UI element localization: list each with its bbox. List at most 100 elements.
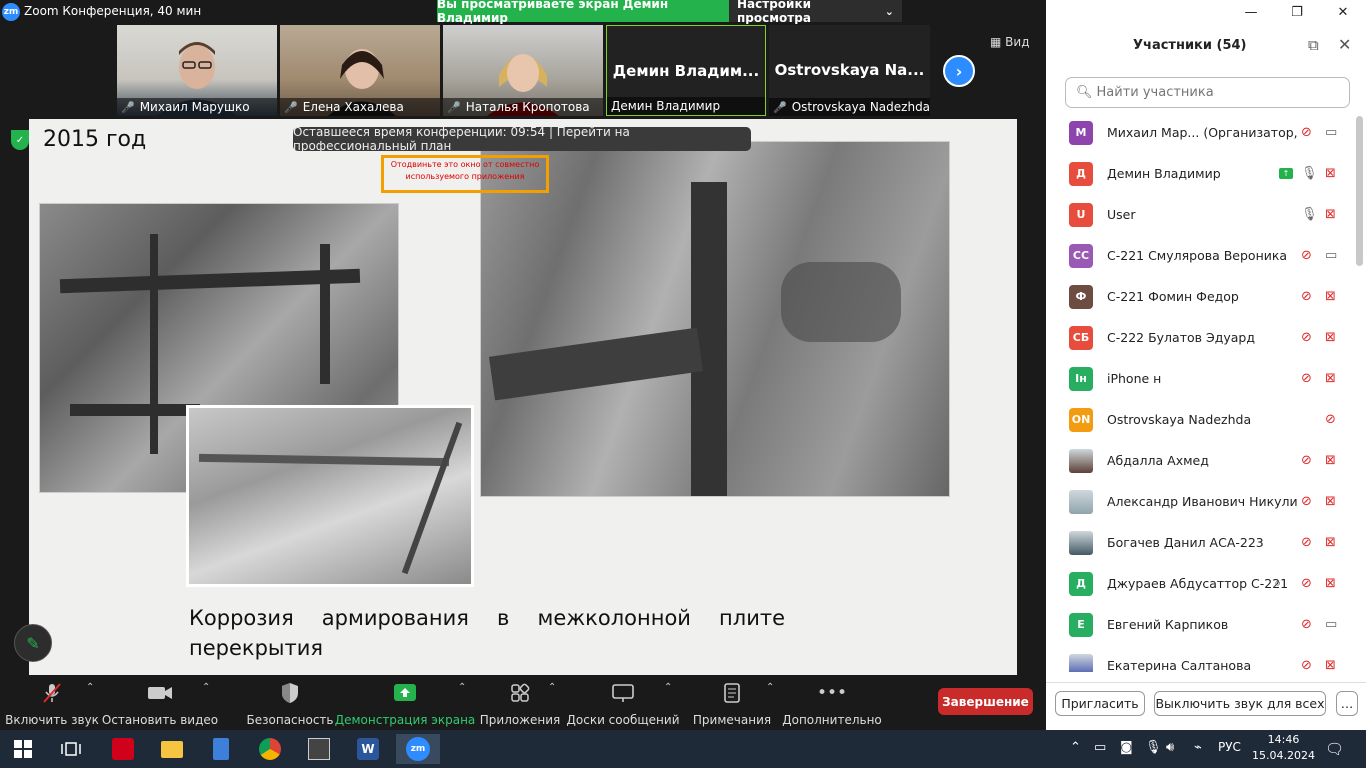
minimize-icon[interactable]: — [1228,0,1274,24]
video-off-icon[interactable]: ⊠ [1325,658,1336,672]
shared-screen-slide: 2015 год Коррозия армирования в межколон… [29,119,1017,675]
participant-row[interactable]: Д Джураев Абдусаттор С-221 ⌕ ⊘ ⊠ [1046,563,1358,604]
participant-search[interactable]: 🔍︎ [1065,77,1350,108]
video-camera-icon[interactable]: ▭ [1325,125,1337,140]
video-tile-active-speaker[interactable]: Демин Владим... Демин Владимир [606,25,766,116]
view-settings-button[interactable]: Настройки просмотра ⌄ [729,0,902,25]
video-off-icon[interactable]: ⊠ [1325,207,1336,222]
mic-muted-icon[interactable]: ⊘ [1301,494,1312,509]
mic-muted-icon[interactable]: ⊘ [1301,576,1312,591]
close-window-icon[interactable]: ✕ [1320,0,1366,24]
invite-button[interactable]: Пригласить [1055,691,1145,716]
chevron-up-icon[interactable]: ⌃ [458,682,466,693]
participant-list-scrollbar[interactable] [1356,116,1363,266]
chevron-up-icon[interactable]: ⌃ [664,682,672,693]
file-explorer-icon[interactable] [155,734,189,764]
mic-muted-icon[interactable]: ⊘ [1301,248,1312,263]
video-off-icon[interactable]: ⊠ [1325,535,1336,550]
mic-muted-icon[interactable]: ⊘ [1301,125,1312,140]
view-button[interactable]: ▦ Вид [990,35,1029,49]
chevron-up-icon[interactable]: ⌃ [766,682,774,693]
chrome-icon[interactable] [253,734,287,764]
end-meeting-button[interactable]: Завершение [938,688,1033,715]
microphone-icon[interactable]: 🎙︎ [1301,207,1318,222]
security-button[interactable]: Безопасность [247,676,334,730]
popout-icon[interactable]: ⧉ [1308,36,1319,54]
participant-row[interactable]: СС С-221 Смулярова Вероника ⊘ ▭ [1046,235,1358,276]
participant-row[interactable]: U User 🎙︎ ⊠ [1046,194,1358,235]
annotate-pencil-icon[interactable]: ✎ [14,624,52,662]
participant-row[interactable]: ON Ostrovskaya Nadezhda ⊘ [1046,399,1358,440]
participant-row[interactable]: Богачев Данил АСА-223 ⊘ ⊠ [1046,522,1358,563]
participant-row[interactable]: Ін iPhone н ⊘ ⊠ [1046,358,1358,399]
whiteboard-button[interactable]: Доски сообщений ⌃ [567,676,680,730]
participant-row[interactable]: СБ С-222 Булатов Эдуард ⊘ ⊠ [1046,317,1358,358]
task-view-icon[interactable] [54,734,88,764]
mic-muted-icon[interactable]: ⊘ [1301,330,1312,345]
calculator-icon[interactable] [204,734,238,764]
battery-icon[interactable]: ▭ [1094,740,1106,755]
restore-icon[interactable]: ❐ [1274,0,1320,24]
chevron-up-icon[interactable]: ⌃ [202,682,210,693]
video-off-icon[interactable]: ⊠ [1325,576,1336,591]
video-tile[interactable]: 🎤 Наталья Кропотова [443,25,603,116]
participant-avatar: М [1069,120,1093,145]
participant-row[interactable]: Ф С-221 Фомин Федор ⊘ ⊠ [1046,276,1358,317]
mic-muted-icon[interactable]: ⊘ [1301,453,1312,468]
unmute-button[interactable]: Включить звук ⌃ [5,676,99,730]
participant-row[interactable]: М Михаил Мар... (Организатор, я) ⊘ ▭ [1046,112,1358,153]
participant-row[interactable]: Е Евгений Карпиков ⊘ ▭ [1046,604,1358,645]
participant-row[interactable]: Екатерина Салтанова ⊘ ⊠ [1046,645,1358,672]
zoom-taskbar-icon[interactable]: zm [396,734,440,764]
meeting-toolbar: Включить звук ⌃ Остановить видео ⌃ Безоп… [0,676,1046,730]
network-icon[interactable]: ⌁ [1194,740,1202,755]
video-tile[interactable]: Ostrovskaya Na... 🎤 Ostrovskaya Nadezhda [769,25,930,116]
notes-button[interactable]: Примечания ⌃ [692,676,774,730]
language-indicator[interactable]: РУС [1218,740,1241,754]
mic-muted-icon[interactable]: ⊘ [1301,289,1312,304]
more-options-button[interactable]: … [1336,691,1358,716]
chevron-up-icon[interactable]: ⌃ [1070,740,1081,755]
autocad-icon[interactable] [302,734,336,764]
close-panel-icon[interactable]: ✕ [1338,35,1351,54]
notifications-icon[interactable]: 🗨︎ [1325,740,1344,758]
video-tile[interactable]: 🎤 Михаил Марушко [117,25,277,116]
mic-muted-icon[interactable]: ⊘ [1301,535,1312,550]
video-off-icon[interactable]: ⊠ [1325,453,1336,468]
participant-row[interactable]: Александр Иванович Никулин ⊘ ⊠ [1046,481,1358,522]
speaker-icon[interactable]: 🔊︎ [1166,740,1174,755]
chevron-up-icon[interactable]: ⌃ [86,682,94,693]
mic-muted-icon [41,682,63,704]
system-clock[interactable]: 14:46 15.04.2024 [1252,732,1315,764]
share-screen-button[interactable]: Демонстрация экрана ⌃ [335,676,476,730]
meeting-timer-banner[interactable]: Оставшееся время конференции: 09:54 | Пе… [293,125,751,153]
video-off-icon[interactable]: ⊠ [1325,330,1336,345]
microphone-icon[interactable]: 🎙︎ [1301,166,1318,181]
video-camera-icon[interactable]: ▭ [1325,617,1337,632]
mic-muted-icon[interactable]: ⊘ [1325,412,1336,427]
stop-video-button[interactable]: Остановить видео ⌃ [102,676,218,730]
apps-button[interactable]: Приложения ⌃ [480,676,561,730]
next-page-button[interactable]: › [943,55,975,87]
video-off-icon[interactable]: ⊠ [1325,494,1336,509]
windows-start-icon[interactable] [6,734,40,764]
word-icon[interactable]: W [351,734,385,764]
search-input[interactable] [1096,85,1337,100]
camera-icon[interactable]: ◙ [1120,740,1133,755]
mic-muted-icon[interactable]: ⊘ [1301,658,1312,672]
more-button[interactable]: ••• Дополнительно [782,676,882,730]
video-off-icon[interactable]: ⊠ [1325,289,1336,304]
chevron-up-icon[interactable]: ⌃ [548,682,556,693]
participant-row[interactable]: Д Демин Владимир ↑ 🎙︎ ⊠ [1046,153,1358,194]
acrobat-icon[interactable] [106,734,140,764]
mute-all-button[interactable]: Выключить звук для всех [1154,691,1326,716]
video-tile[interactable]: 🎤 Елена Хахалева [280,25,440,116]
mic-muted-icon: 🎤 [284,100,298,114]
video-off-icon[interactable]: ⊠ [1325,166,1336,181]
mic-muted-icon[interactable]: ⊘ [1301,617,1312,632]
video-off-icon[interactable]: ⊠ [1325,371,1336,386]
participant-row[interactable]: Абдалла Ахмед ⊘ ⊠ [1046,440,1358,481]
video-camera-icon[interactable]: ▭ [1325,248,1337,263]
mic-muted-icon[interactable]: ⊘ [1301,371,1312,386]
microphone-icon[interactable]: 🎙︎ [1145,740,1162,755]
